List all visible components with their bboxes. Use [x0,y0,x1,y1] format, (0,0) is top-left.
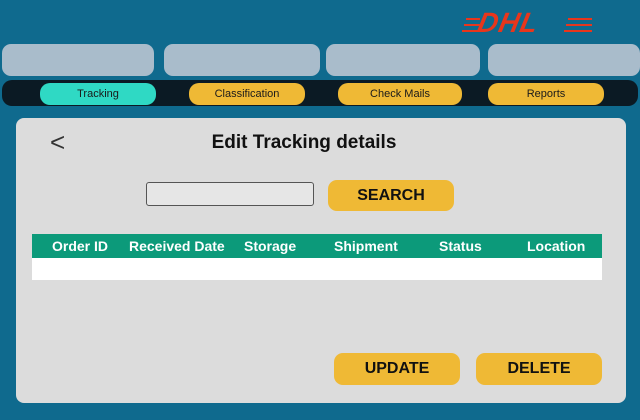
tab-check-mails-label: Check Mails [370,88,430,100]
logo-stripe [568,18,592,20]
search-input[interactable] [146,182,314,206]
search-button[interactable]: SEARCH [328,180,454,211]
header-bar-3 [326,44,480,76]
column-header-order-id: Order ID [52,238,109,254]
tab-classification-label: Classification [214,88,280,100]
tab-check-mails[interactable]: Check Mails [338,83,462,105]
nav-bar: Tracking Classification Check Mails Repo… [2,80,638,106]
search-button-label: SEARCH [357,186,425,204]
table-row[interactable] [32,258,602,280]
tab-reports-label: Reports [526,88,566,100]
logo-stripe [566,24,592,26]
logo-text: DHL [474,7,542,38]
tab-tracking-label: Tracking [77,88,119,100]
update-button[interactable]: UPDATE [334,353,460,385]
column-header-shipment: Shipment [334,238,398,254]
column-header-received-date: Received Date [129,238,225,254]
column-header-status: Status [439,238,482,254]
header-bar-1 [2,44,154,76]
table-header: Order ID Received Date Storage Shipment … [32,234,602,258]
delete-button[interactable]: DELETE [476,353,602,385]
delete-button-label: DELETE [507,360,571,377]
logo-stripe [564,30,592,32]
tab-classification[interactable]: Classification [189,83,305,105]
page-title: Edit Tracking details [211,132,397,153]
update-button-label: UPDATE [364,360,430,377]
column-header-storage: Storage [244,238,297,254]
tab-tracking[interactable]: Tracking [40,83,156,105]
header-bar-4 [488,44,640,76]
column-header-location: Location [527,238,586,254]
header-bar-2 [164,44,320,76]
main-panel: < Edit Tracking details SEARCH Order ID … [16,118,626,403]
tab-reports[interactable]: Reports [488,83,604,105]
